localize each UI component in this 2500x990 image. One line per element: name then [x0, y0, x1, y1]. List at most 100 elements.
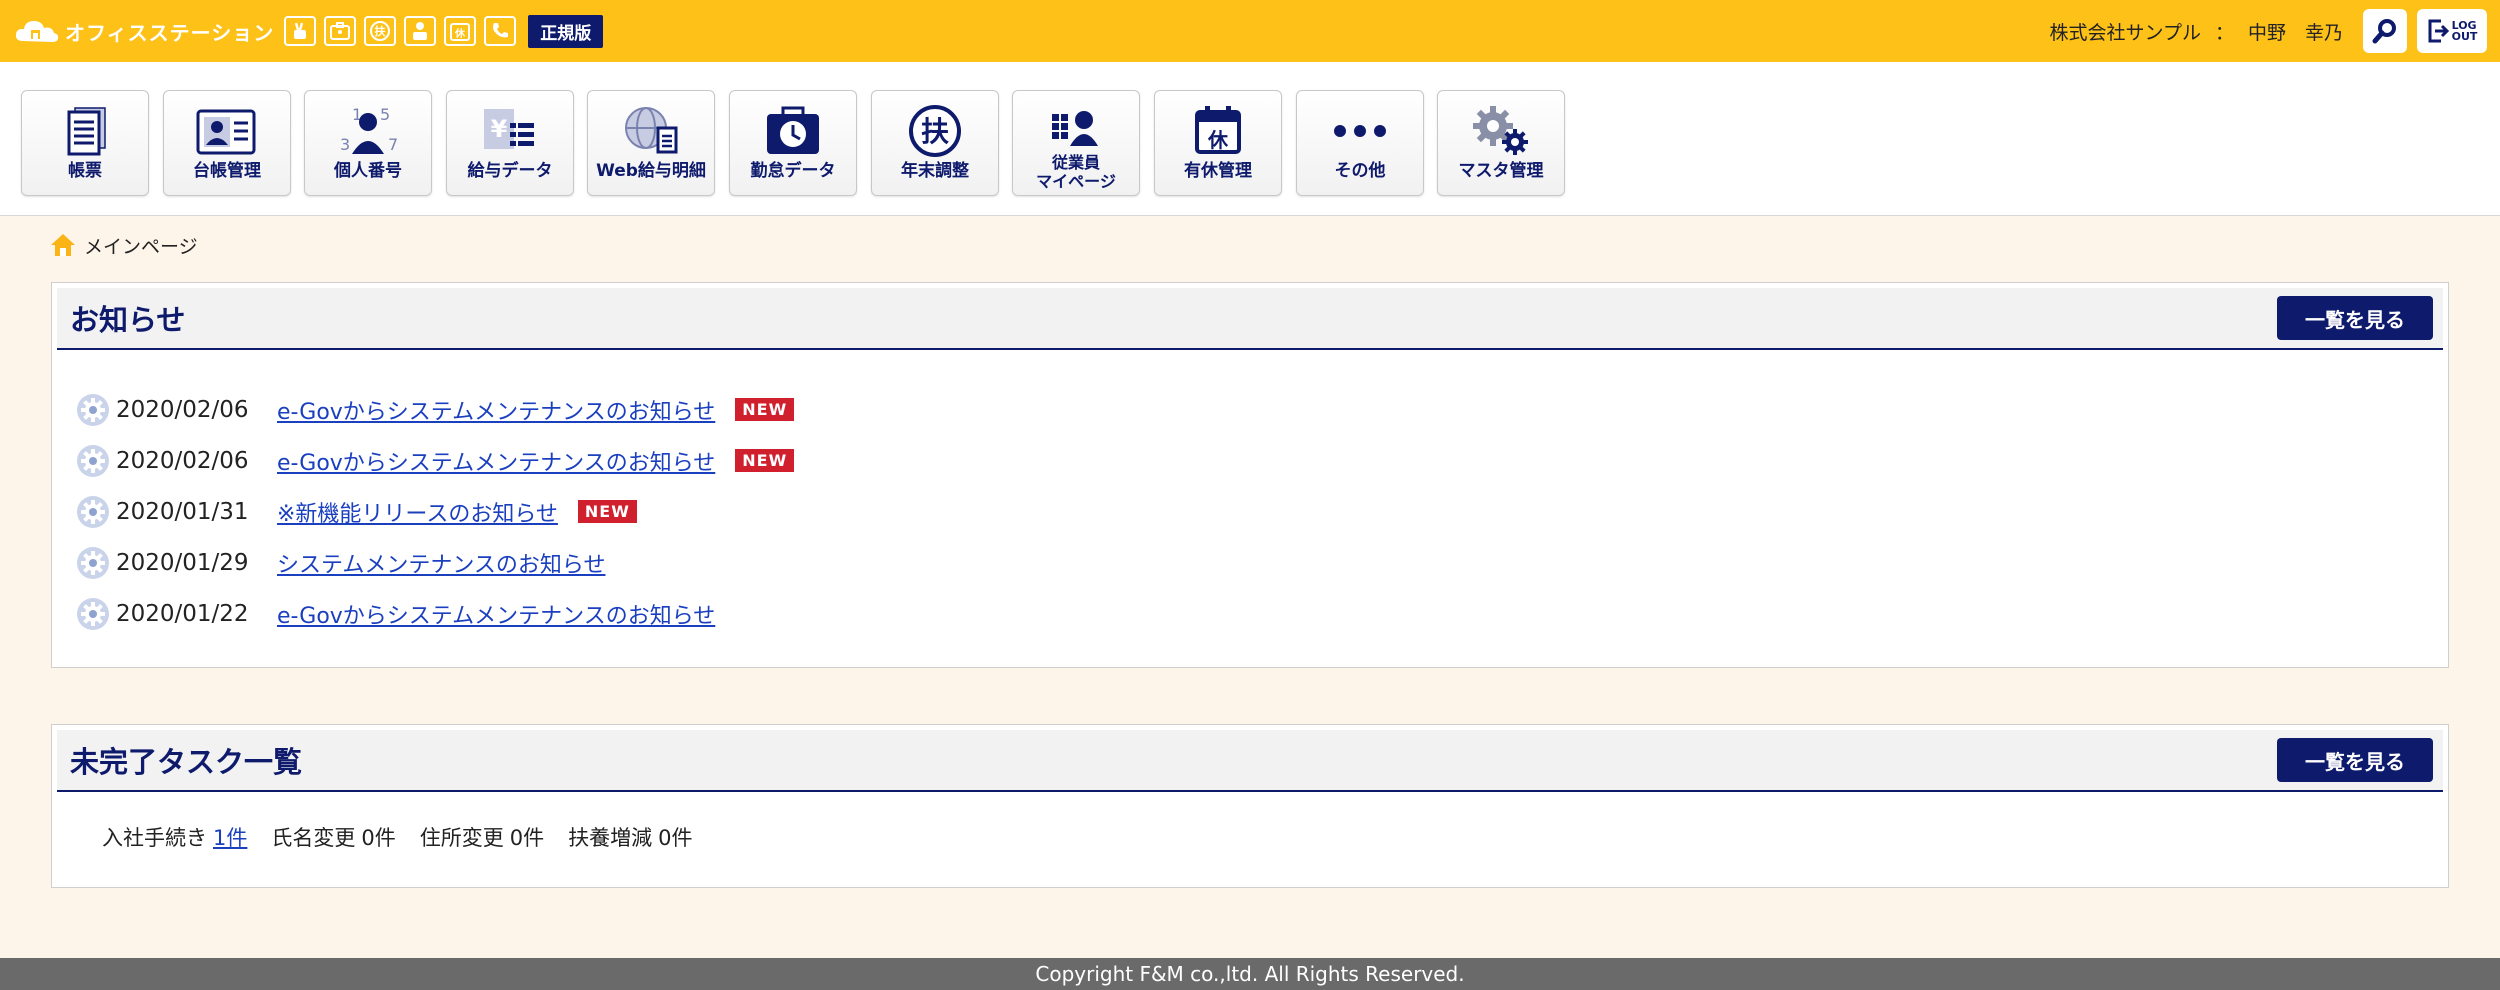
new-badge: NEW	[735, 398, 795, 421]
nav-item-master-management[interactable]: マスタ管理	[1437, 90, 1565, 196]
task-count[interactable]: 1件	[213, 826, 247, 850]
svg-text:¥: ¥	[491, 115, 508, 143]
product-icon-strip: 扶 休	[284, 16, 517, 46]
yen-list-icon: ¥	[484, 109, 534, 149]
home-icon	[51, 234, 75, 256]
news-link[interactable]: システムメンテナンスのお知らせ	[277, 547, 605, 579]
tasks-view-all-button[interactable]: 一覧を見る	[2277, 738, 2433, 782]
more-dots-icon	[1334, 125, 1386, 137]
nav-item-label: 年末調整	[901, 161, 969, 181]
rabbit-icon[interactable]	[284, 16, 317, 46]
tasks-title: 未完了タスク一覧	[70, 745, 303, 779]
task-item: 扶養増減 0件	[568, 822, 692, 852]
news-item: 2020/01/22 e-Govからシステムメンテナンスのお知らせ	[76, 588, 2448, 639]
task-item: 入社手続き 1件	[102, 822, 247, 852]
cloud-logo-icon	[15, 21, 59, 42]
document-stack-icon	[67, 107, 106, 156]
nav-item-label: 帳票	[68, 161, 102, 181]
nav-item-attendance-data[interactable]: 勤怠データ	[729, 90, 857, 196]
news-date: 2020/01/31	[116, 498, 249, 525]
svg-text:5: 5	[380, 105, 390, 124]
svg-text:扶: 扶	[375, 24, 387, 38]
top-header: オフィスステーション 扶 休 正規版 株式会社サンプル ： 中野 幸乃 LOG …	[0, 0, 2500, 62]
nav-item-label-line-1: 従業員	[1051, 153, 1100, 172]
nav-item-paid-leave[interactable]: 休 有休管理	[1154, 90, 1282, 196]
gear-bullet-icon	[77, 393, 109, 426]
news-title: お知らせ	[70, 303, 186, 337]
header-user-area: 株式会社サンプル ： 中野 幸乃 LOG OUT	[2050, 0, 2487, 62]
task-item: 氏名変更 0件	[271, 822, 395, 852]
news-item: 2020/01/29 システムメンテナンスのお知らせ	[76, 537, 2448, 588]
gear-bullet-icon	[77, 546, 109, 579]
task-count: 0件	[509, 826, 545, 850]
person-number-icon: 1 5 3 7	[340, 105, 398, 154]
nav-item-payroll-data[interactable]: ¥ 給与データ	[446, 90, 574, 196]
brand-name: オフィスステーション	[65, 20, 275, 45]
nav-item-ledger[interactable]: 台帳管理	[163, 90, 291, 196]
search-button[interactable]	[2363, 9, 2407, 53]
breadcrumb: メインページ	[50, 230, 198, 260]
new-badge: NEW	[577, 500, 637, 523]
svg-text:休: 休	[454, 27, 466, 40]
new-badge: NEW	[735, 449, 795, 472]
svg-text:扶: 扶	[921, 115, 949, 148]
gear-bullet-icon	[77, 444, 109, 477]
logout-icon	[2428, 19, 2449, 43]
user-name: 中野 幸乃	[2247, 21, 2343, 44]
nav-item-label: 勤怠データ	[750, 161, 836, 181]
nav-item-my-number[interactable]: 1 5 3 7 個人番号	[304, 90, 432, 196]
news-link[interactable]: e-Govからシステムメンテナンスのお知らせ	[277, 598, 715, 630]
news-date: 2020/01/29	[116, 549, 249, 576]
fu-circle-icon: 扶	[909, 105, 961, 157]
employee-grid-icon	[1052, 111, 1098, 146]
main-nav: 帳票 台帳管理 1 5 3 7 個人番号 ¥ 給与データ Web給与明細 勤怠デ…	[0, 62, 2500, 216]
breadcrumb-current[interactable]: メインページ	[84, 232, 198, 259]
gears-icon	[1473, 106, 1528, 155]
task-label: 住所変更	[419, 826, 504, 850]
task-label: 入社手続き	[102, 826, 207, 850]
nav-item-year-end[interactable]: 扶 年末調整	[871, 90, 999, 196]
task-label: 扶養増減	[568, 826, 653, 850]
task-count: 0件	[361, 826, 396, 850]
my-page-icon[interactable]	[404, 16, 437, 46]
nav-item-label: 個人番号	[334, 161, 402, 181]
clock-folder-icon	[767, 106, 819, 154]
news-link[interactable]: e-Govからシステムメンテナンスのお知らせ	[277, 394, 715, 426]
edition-badge: 正規版	[528, 14, 604, 48]
calendar-leave-icon: 休	[1195, 106, 1241, 154]
task-label: 氏名変更	[271, 826, 356, 850]
nav-item-label-line-2: マイページ	[1036, 172, 1116, 191]
kyu-icon[interactable]: 休	[444, 16, 477, 46]
nav-item-label: その他	[1334, 161, 1386, 181]
logout-label-line-2: OUT	[2451, 30, 2478, 43]
nav-item-label: Web給与明細	[596, 161, 706, 181]
nav-item-label: 給与データ	[467, 161, 553, 181]
company-name: 株式会社サンプル	[2049, 21, 2201, 44]
nav-item-employee-mypage[interactable]: 従業員 マイページ	[1012, 90, 1140, 196]
phone-icon[interactable]	[484, 16, 517, 46]
logout-button[interactable]: LOG OUT	[2417, 9, 2487, 53]
svg-text:7: 7	[388, 135, 398, 154]
news-link[interactable]: ※新機能リリースのお知らせ	[277, 496, 558, 528]
separator-colon: ：	[2214, 21, 2234, 44]
nav-item-label: 台帳管理	[193, 161, 261, 181]
task-summary: 入社手続き 1件 氏名変更 0件 住所変更 0件 扶養増減 0件	[52, 792, 2448, 852]
news-panel-header: お知らせ 一覧を見る	[57, 288, 2443, 350]
news-view-all-button[interactable]: 一覧を見る	[2277, 296, 2433, 340]
briefcase-icon[interactable]	[324, 16, 357, 46]
brand[interactable]: オフィスステーション	[13, 15, 274, 47]
task-item: 住所変更 0件	[420, 822, 544, 852]
news-list: 2020/02/06 e-Govからシステムメンテナンスのお知らせ NEW 2020/…	[52, 350, 2448, 639]
svg-text:3: 3	[340, 135, 350, 154]
nav-item-web-payslip[interactable]: Web給与明細	[587, 90, 715, 196]
news-item: 2020/02/06 e-Govからシステムメンテナンスのお知らせ NEW	[76, 384, 2448, 435]
nav-item-other[interactable]: その他	[1296, 90, 1424, 196]
news-link[interactable]: e-Govからシステムメンテナンスのお知らせ	[277, 445, 715, 477]
news-item: 2020/01/31 ※新機能リリースのお知らせ NEW	[76, 486, 2448, 537]
globe-document-icon	[625, 107, 678, 154]
fu-icon[interactable]: 扶	[364, 16, 397, 46]
news-item: 2020/02/06 e-Govからシステムメンテナンスのお知らせ NEW	[76, 435, 2448, 486]
nav-item-label: 従業員 マイページ	[1036, 153, 1116, 191]
tasks-panel-header: 未完了タスク一覧 一覧を見る	[57, 730, 2443, 792]
nav-item-forms[interactable]: 帳票	[21, 90, 149, 196]
